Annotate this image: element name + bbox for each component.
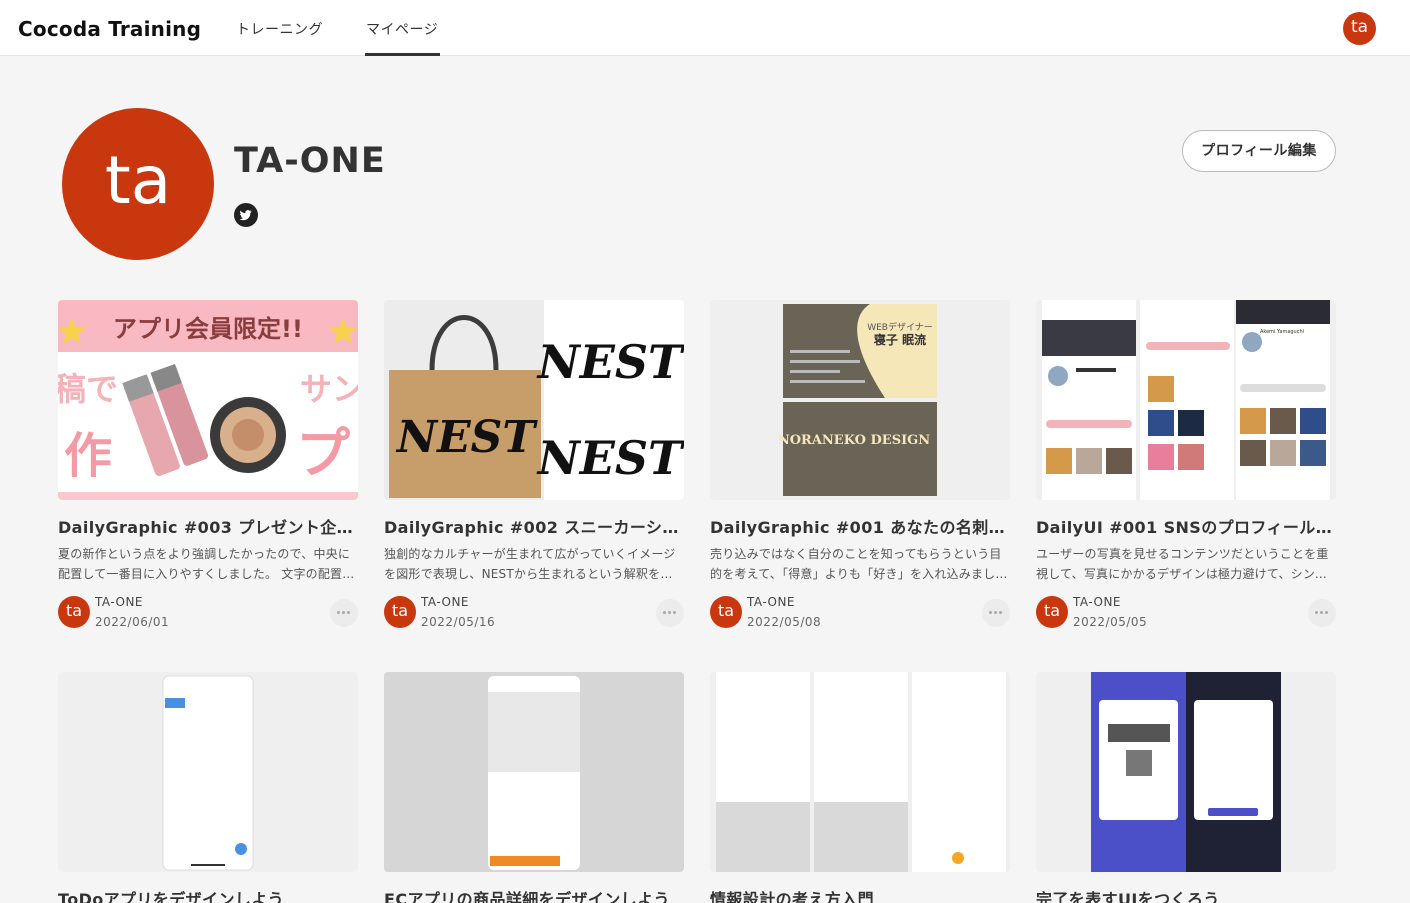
work-description: 夏の新作という点をより強調したかったので、中央に配置して一番目に入りやすくしまし…: [58, 547, 355, 581]
work-thumbnail[interactable]: [58, 672, 358, 872]
author-name: TA-ONE: [1073, 595, 1122, 609]
active-nav-indicator: [365, 53, 440, 56]
svg-text:プ: プ: [296, 422, 350, 485]
work-thumbnail[interactable]: [384, 672, 684, 872]
work-title[interactable]: 情報設計の考え方入門: [710, 886, 1010, 903]
author-name: TA-ONE: [421, 595, 470, 609]
nav-training[interactable]: トレーニング: [236, 19, 323, 39]
svg-text:作: 作: [64, 428, 112, 484]
work-title[interactable]: DailyUI #001 SNSのプロフィール画面: [1036, 514, 1336, 538]
nest-logo-top: NEST: [536, 335, 684, 389]
work-description: ユーザーの写真を見せるコンテンツだということを重視して、写真にかかるデザインは極…: [1036, 547, 1329, 581]
business-card-logo: NORANEKO DESIGN: [778, 433, 930, 448]
work-thumbnail[interactable]: [1036, 672, 1336, 872]
edit-profile-button[interactable]: プロフィール編集: [1182, 130, 1336, 172]
work-title[interactable]: 完了を表すUIをつくろう: [1036, 886, 1336, 903]
svg-text:稿で: 稿で: [58, 370, 118, 408]
work-description: 売り込みではなく自分のことを知ってもらうという目的を考えて、「得意」よりも「好き…: [710, 547, 1002, 581]
work-title[interactable]: DailyGraphic #003 プレゼント企画バナー: [58, 514, 358, 538]
profile-name: TA-ONE: [234, 141, 386, 181]
user-avatar-button[interactable]: ta: [1343, 12, 1376, 45]
more-options-button[interactable]: [330, 599, 358, 627]
work-thumbnail[interactable]: WEBデザイナー 寝子 眠流 NORANEKO DESIGN: [710, 300, 1010, 500]
author-avatar: ta: [58, 596, 90, 628]
work-title[interactable]: DailyGraphic #001 あなたの名刺デザイン: [710, 514, 1010, 538]
post-date: 2022/05/05: [1073, 615, 1148, 629]
twitter-icon[interactable]: [234, 203, 258, 227]
profile-username: Akemi Yamaguchi: [1260, 329, 1304, 335]
author-name: TA-ONE: [747, 595, 796, 609]
svg-text:寝子 眠流: 寝子 眠流: [874, 332, 926, 347]
nest-logo-bag: NEST: [395, 412, 539, 463]
work-thumbnail[interactable]: NEST NEST NEST: [384, 300, 684, 500]
post-date: 2022/05/16: [421, 615, 496, 629]
post-date: 2022/05/08: [747, 615, 822, 629]
post-date: 2022/06/01: [95, 615, 170, 629]
more-options-button[interactable]: [1308, 599, 1336, 627]
work-thumbnail[interactable]: アプリ会員限定!! 稿で 作 サン プ: [58, 300, 358, 500]
work-description: 独創的なカルチャーが生まれて広がっていくイメージを図形で表現し、NESTから生ま…: [384, 547, 676, 581]
svg-text:サン: サン: [300, 370, 358, 408]
work-title[interactable]: DailyGraphic #002 スニーカーショップのロゴ: [384, 514, 684, 538]
site-logo[interactable]: Cocoda Training: [18, 17, 201, 41]
nav-mypage[interactable]: マイページ: [366, 19, 438, 39]
top-header: Cocoda Training トレーニング マイページ ta: [0, 0, 1410, 56]
work-title[interactable]: ToDoアプリをデザインしよう: [58, 886, 358, 903]
work-title[interactable]: ECアプリの商品詳細をデザインしよう: [384, 886, 684, 903]
work-thumbnail[interactable]: Akemi Yamaguchi: [1036, 300, 1336, 500]
svg-text:WEBデザイナー: WEBデザイナー: [867, 321, 933, 333]
more-options-button[interactable]: [982, 599, 1010, 627]
nest-logo-bottom: NEST: [536, 431, 684, 485]
author-avatar: ta: [710, 596, 742, 628]
more-options-button[interactable]: [656, 599, 684, 627]
author-avatar: ta: [1036, 596, 1068, 628]
author-name: TA-ONE: [95, 595, 144, 609]
profile-avatar: ta: [62, 108, 214, 260]
thumb-headline: アプリ会員限定!!: [113, 315, 303, 343]
author-avatar: ta: [384, 596, 416, 628]
work-thumbnail[interactable]: [710, 672, 1010, 872]
